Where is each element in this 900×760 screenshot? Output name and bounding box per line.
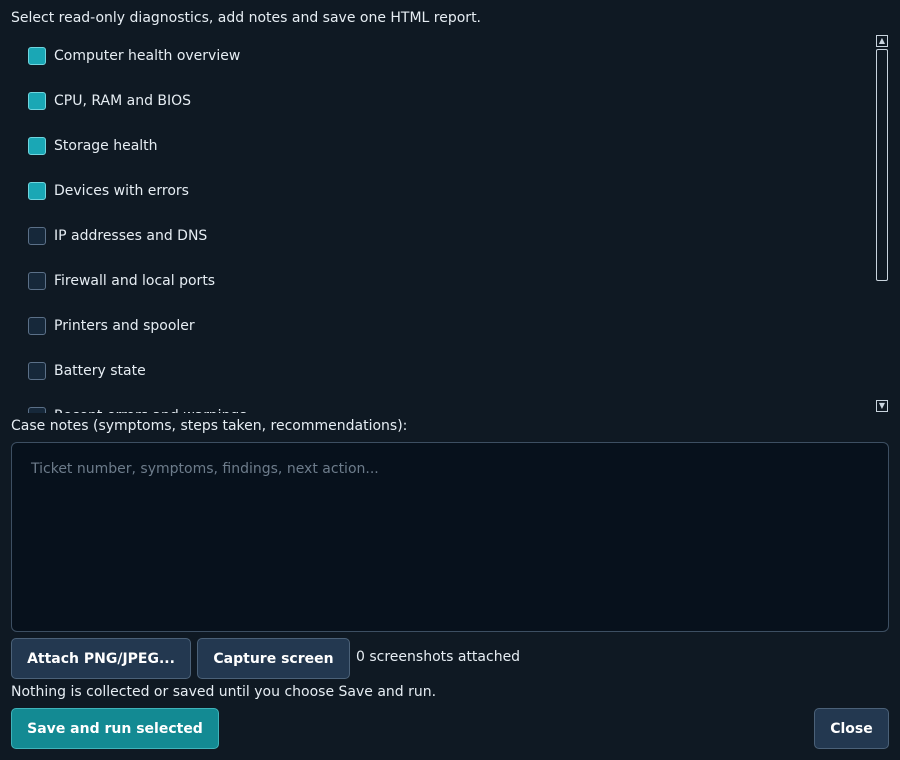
diagnostic-option[interactable]: Devices with errors <box>28 180 189 202</box>
diagnostic-option-label: IP addresses and DNS <box>54 228 208 244</box>
diagnostic-option[interactable]: Storage health <box>28 135 158 157</box>
diagnostic-option-label: Battery state <box>54 363 146 379</box>
diagnostic-option[interactable]: IP addresses and DNS <box>28 225 207 247</box>
save-and-run-button[interactable]: Save and run selected <box>11 708 219 749</box>
checkbox[interactable] <box>28 47 46 65</box>
checkbox[interactable] <box>28 227 46 245</box>
notes-label: Case notes (symptoms, steps taken, recom… <box>11 418 408 434</box>
case-notes-input[interactable] <box>11 442 889 632</box>
diagnostics-list[interactable]: Computer health overview CPU, RAM and BIO… <box>11 33 889 413</box>
close-button[interactable]: Close <box>814 708 889 749</box>
checkbox[interactable] <box>28 92 46 110</box>
diagnostic-option[interactable]: Recent errors and warnings <box>28 405 247 413</box>
diagnostic-option[interactable]: Firewall and local ports <box>28 270 215 292</box>
capture-screen-button[interactable]: Capture screen <box>197 638 350 679</box>
diagnostic-option-label: Recent errors and warnings <box>54 408 247 413</box>
checkbox[interactable] <box>28 272 46 290</box>
scrollbar-thumb[interactable] <box>876 49 888 281</box>
checkbox[interactable] <box>28 362 46 380</box>
diagnostic-option-label: Computer health overview <box>54 48 241 64</box>
checkbox[interactable] <box>28 407 46 413</box>
diagnostic-option-label: Devices with errors <box>54 183 189 199</box>
diagnostic-option[interactable]: CPU, RAM and BIOS <box>28 90 191 112</box>
scroll-down-arrow-icon[interactable]: ▼ <box>876 400 888 412</box>
diagnostic-option-label: CPU, RAM and BIOS <box>54 93 192 109</box>
diagnostic-option[interactable]: Computer health overview <box>28 45 240 67</box>
diagnostic-option[interactable]: Printers and spooler <box>28 315 195 337</box>
diagnostic-option-label: Firewall and local ports <box>54 273 216 289</box>
checkbox[interactable] <box>28 182 46 200</box>
diagnostic-option[interactable]: Battery state <box>28 360 146 382</box>
diagnostic-option-label: Printers and spooler <box>54 318 195 334</box>
checkbox[interactable] <box>28 317 46 335</box>
checkbox[interactable] <box>28 137 46 155</box>
screenshot-count: 0 screenshots attached <box>356 649 521 665</box>
diagnostic-option-label: Storage health <box>54 138 158 154</box>
attach-image-button[interactable]: Attach PNG/JPEG... <box>11 638 191 679</box>
info-text: Nothing is collected or saved until you … <box>11 684 437 700</box>
intro-text: Select read-only diagnostics, add notes … <box>11 10 482 26</box>
scroll-up-arrow-icon[interactable]: ▲ <box>876 35 888 47</box>
